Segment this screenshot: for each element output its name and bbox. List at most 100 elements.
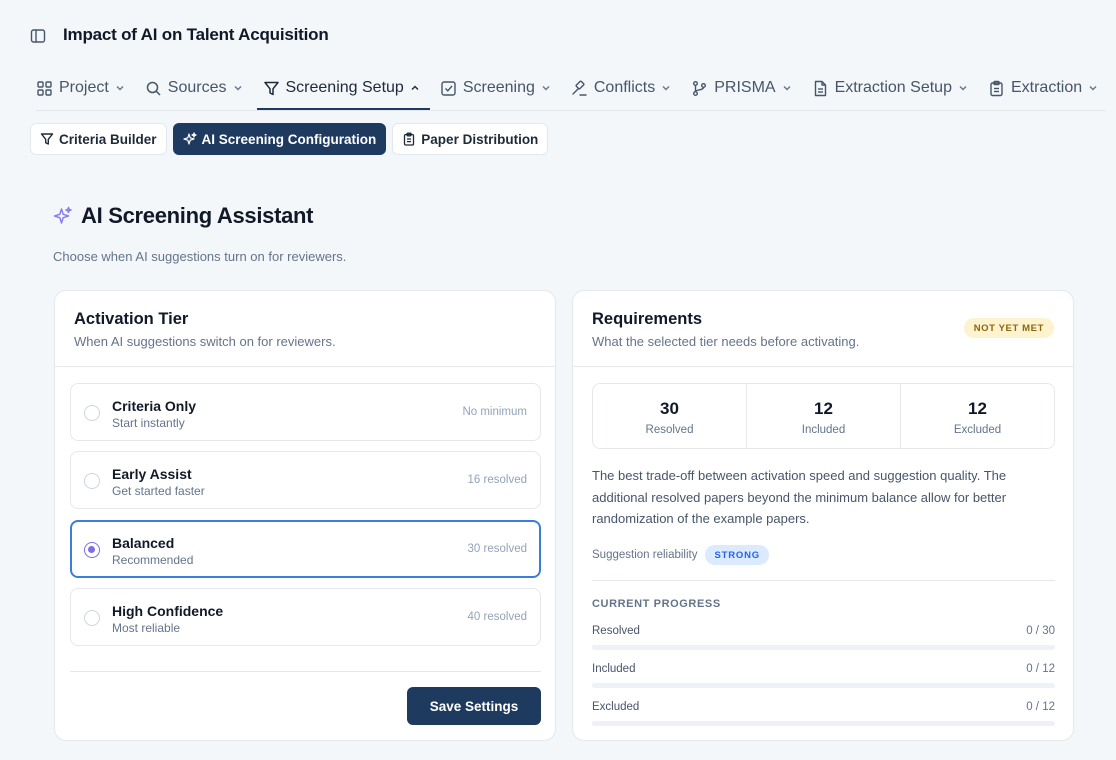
chevron-down-icon: [959, 86, 967, 91]
filter-icon: [263, 81, 279, 95]
progress-label: Resolved: [592, 625, 640, 637]
progress-value: 0 / 30: [1026, 625, 1055, 637]
tier-option-criteria-only[interactable]: Criteria Only Start instantly No minimum: [70, 383, 541, 441]
nav-extraction[interactable]: Extraction: [988, 66, 1108, 110]
nav-label: Screening: [462, 79, 535, 96]
chevron-down-icon: [116, 86, 124, 91]
clipboard-icon: [990, 80, 1003, 96]
card-header: Activation Tier When AI suggestions swit…: [55, 291, 555, 367]
checkbox-icon: [441, 80, 456, 96]
chevron-down-icon: [234, 86, 241, 91]
radio-button[interactable]: [84, 405, 100, 421]
page-title: AI Screening Assistant: [81, 203, 314, 228]
page-subtitle: Choose when AI suggestions turn on for r…: [53, 249, 347, 264]
radio-button-selected[interactable]: [84, 542, 100, 558]
progress-included: Included 0 / 12: [592, 663, 1055, 688]
nav-sources[interactable]: Sources: [145, 66, 253, 110]
git-branch-icon: [693, 80, 707, 96]
sub-tabs: Criteria Builder AI Screening Configurat…: [30, 123, 549, 155]
subtab-label: AI Screening Configuration: [201, 131, 377, 147]
reliability-label: Suggestion reliability: [592, 549, 698, 561]
nav-label: Screening Setup: [285, 79, 404, 96]
clipboard-icon: [404, 132, 415, 146]
radio-button[interactable]: [84, 473, 100, 489]
chevron-down-icon: [662, 86, 670, 91]
main-nav: Project Sources Screening Setup Screenin…: [36, 66, 1116, 110]
status-badge: NOT YET MET: [963, 318, 1054, 338]
tier-name: Balanced: [112, 535, 175, 551]
tier-option-balanced[interactable]: Balanced Recommended 30 resolved: [70, 520, 541, 578]
stat-label: Resolved: [645, 424, 694, 436]
nav-screening-setup[interactable]: Screening Setup: [256, 66, 431, 110]
subtab-label: Criteria Builder: [59, 131, 157, 147]
progress-label: Included: [592, 663, 636, 675]
tier-requirement: 30 resolved: [467, 543, 527, 555]
suggestion-reliability: Suggestion reliability STRONG: [592, 545, 769, 565]
progress-value: 0 / 12: [1026, 663, 1055, 675]
sparkles-icon: [182, 132, 197, 145]
tier-name: Early Assist: [112, 466, 192, 482]
progress-track: [592, 683, 1055, 688]
document-icon: [814, 80, 826, 96]
progress-title: CURRENT PROGRESS: [592, 598, 721, 610]
search-icon: [146, 81, 161, 96]
sidebar-toggle-icon[interactable]: [30, 28, 46, 44]
nav-label: Extraction: [1010, 79, 1083, 96]
card-title: Activation Tier: [74, 310, 189, 328]
reliability-badge: STRONG: [705, 545, 769, 565]
nav-label: Extraction Setup: [834, 79, 952, 96]
nav-conflicts[interactable]: Conflicts: [571, 66, 681, 110]
stat-value: 12: [814, 399, 833, 418]
nav-prisma[interactable]: PRISMA: [691, 66, 801, 110]
nav-label: Conflicts: [593, 79, 656, 96]
stat-included: 12 Included: [747, 384, 901, 448]
tier-subtitle: Get started faster: [112, 484, 205, 498]
tier-subtitle: Most reliable: [112, 621, 181, 635]
card-title: Requirements: [592, 310, 703, 328]
activation-tier-card: Activation Tier When AI suggestions swit…: [54, 290, 556, 741]
subtab-criteria-builder[interactable]: Criteria Builder: [30, 123, 167, 155]
page-heading: AI Screening Assistant: [53, 203, 314, 229]
requirements-card: Requirements What the selected tier need…: [572, 290, 1074, 741]
progress-value: 0 / 12: [1026, 701, 1055, 713]
subtab-ai-screening-configuration[interactable]: AI Screening Configuration: [172, 123, 387, 155]
nav-screening[interactable]: Screening: [440, 66, 561, 110]
project-title: Impact of AI on Talent Acquisition: [63, 25, 329, 44]
gavel-icon: [572, 79, 587, 96]
progress-resolved: Resolved 0 / 30: [592, 625, 1055, 650]
nav-divider: [36, 110, 1106, 111]
card-header: Requirements What the selected tier need…: [573, 291, 1073, 367]
top-bar: Impact of AI on Talent Acquisition: [0, 0, 1116, 70]
chevron-down-icon: [542, 86, 550, 91]
nav-label: PRISMA: [714, 79, 776, 96]
save-settings-button[interactable]: Save Settings: [407, 687, 541, 725]
chevron-down-icon: [783, 86, 791, 91]
stat-label: Excluded: [953, 424, 1002, 436]
stat-excluded: 12 Excluded: [901, 384, 1054, 448]
divider: [70, 671, 541, 672]
grid-icon: [37, 80, 52, 96]
radio-button[interactable]: [84, 610, 100, 626]
nav-extraction-setup[interactable]: Extraction Setup: [812, 66, 978, 110]
tier-option-high-confidence[interactable]: High Confidence Most reliable 40 resolve…: [70, 588, 541, 646]
tier-subtitle: Recommended: [112, 553, 194, 567]
progress-excluded: Excluded 0 / 12: [592, 701, 1055, 726]
card-description: When AI suggestions switch on for review…: [74, 334, 336, 349]
subtab-paper-distribution[interactable]: Paper Distribution: [392, 123, 549, 155]
chevron-up-icon: [411, 85, 419, 90]
tier-requirement: 16 resolved: [467, 474, 527, 486]
chevron-down-icon: [1089, 86, 1097, 91]
progress-track: [592, 721, 1055, 726]
tier-requirement: No minimum: [462, 406, 527, 418]
nav-project[interactable]: Project: [36, 66, 135, 110]
nav-label: Sources: [167, 79, 227, 96]
tier-description: The best trade-off between activation sp…: [592, 468, 1007, 526]
stat-value: 12: [968, 399, 987, 418]
tier-name: Criteria Only: [112, 398, 197, 414]
sparkles-icon: [53, 206, 72, 224]
tier-name: High Confidence: [112, 603, 224, 619]
nav-label: Project: [59, 79, 109, 96]
tier-subtitle: Start instantly: [112, 416, 185, 430]
subtab-label: Paper Distribution: [421, 131, 539, 147]
tier-option-early-assist[interactable]: Early Assist Get started faster 16 resol…: [70, 451, 541, 509]
